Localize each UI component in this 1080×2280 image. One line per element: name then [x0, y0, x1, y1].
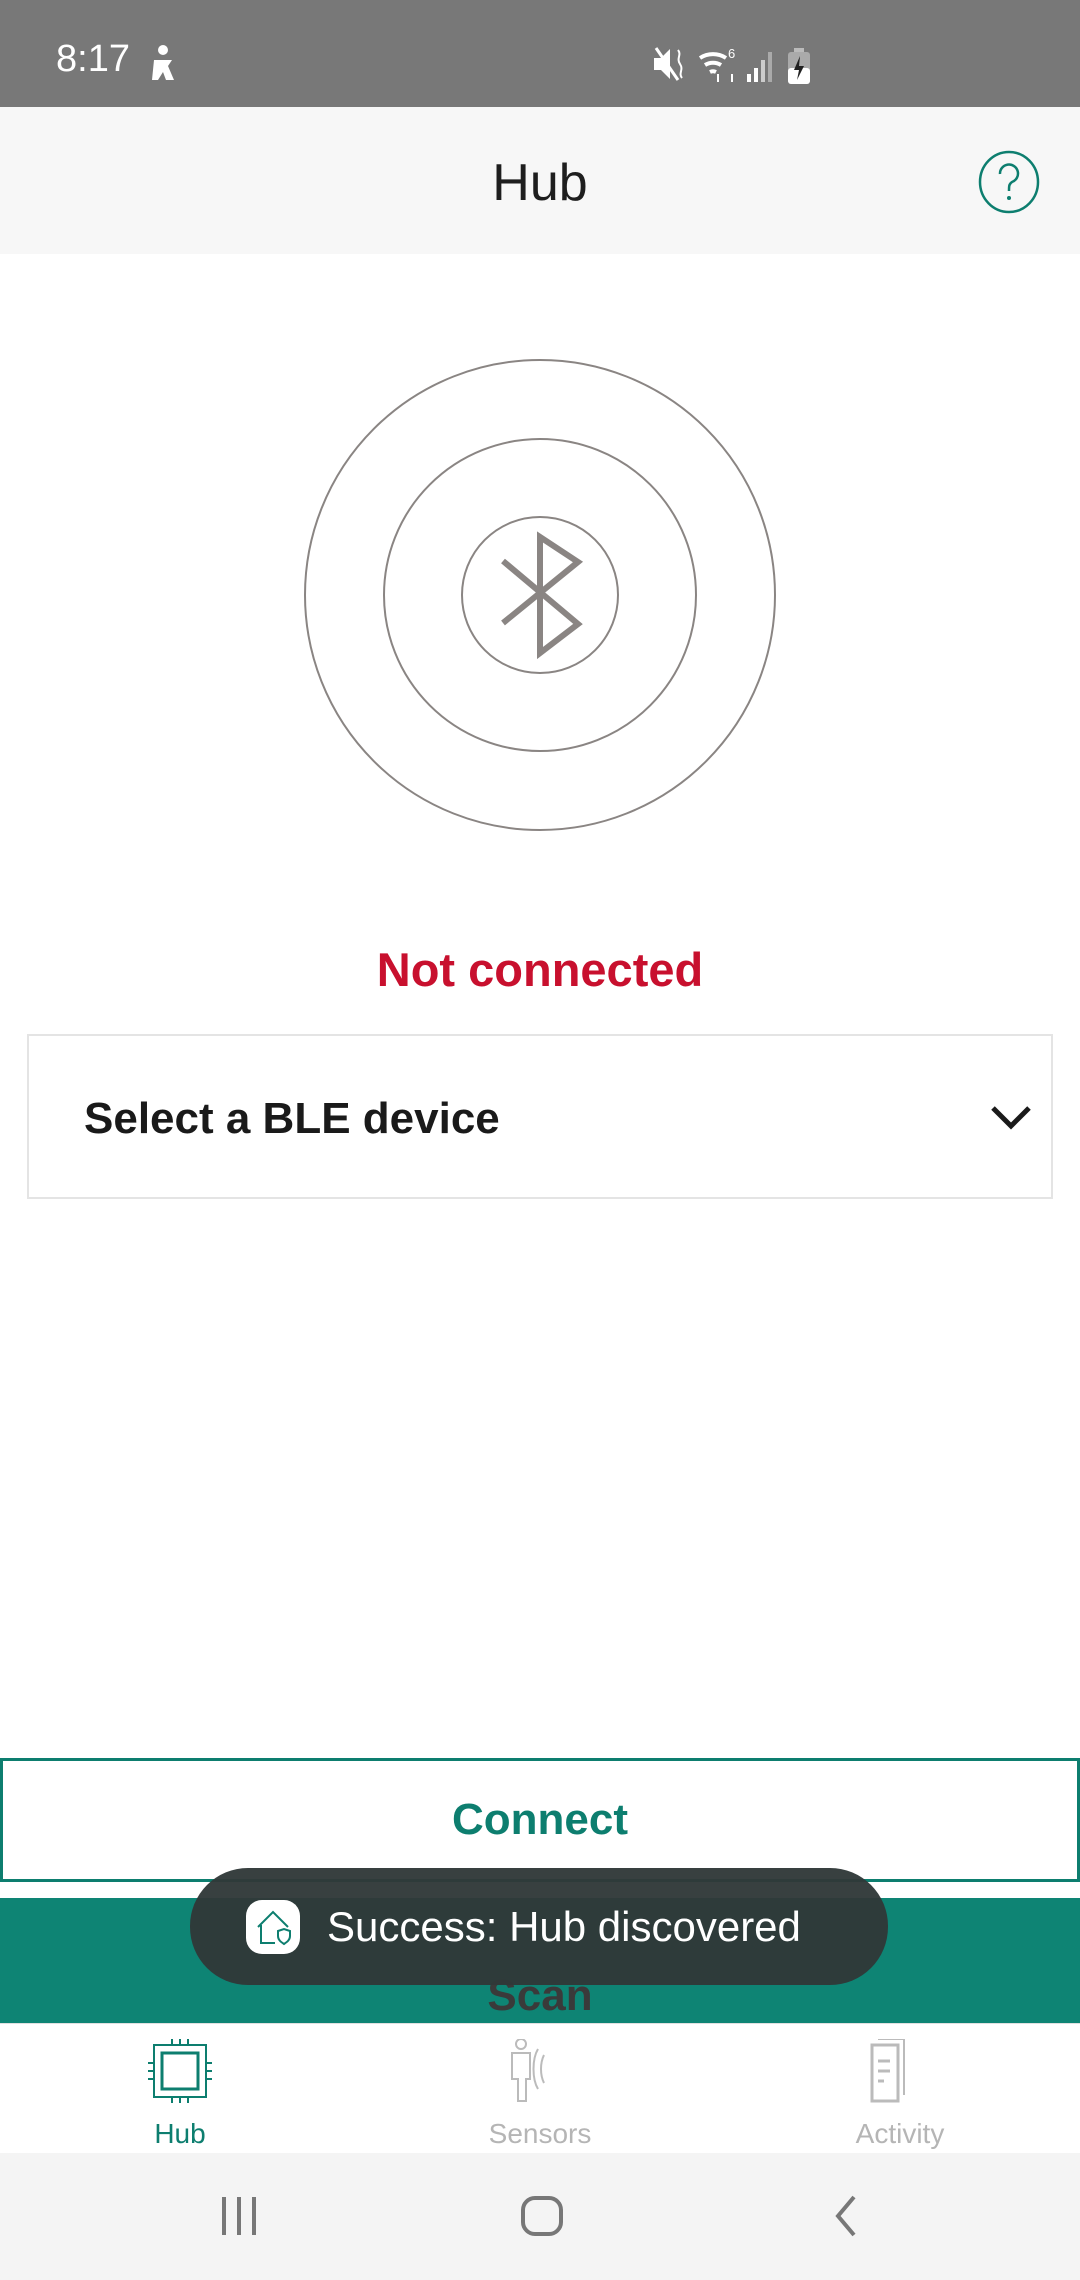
chevron-down-icon	[991, 1106, 1031, 1130]
tab-label: Sensors	[488, 2118, 592, 2149]
svg-text:6: 6	[728, 46, 735, 61]
page-title: Hub	[492, 154, 588, 212]
wifi-6-icon: 6	[698, 46, 735, 82]
app-bar: Hub	[0, 107, 1080, 254]
recent-apps-icon[interactable]	[220, 2195, 260, 2237]
ble-device-select[interactable]: Select a BLE device	[27, 1034, 1053, 1199]
tab-sensors[interactable]: Sensors	[360, 2024, 720, 2154]
home-icon[interactable]	[520, 2195, 564, 2237]
person-sensor-icon	[511, 2039, 545, 2102]
tab-label: Hub	[154, 2118, 206, 2149]
document-icon	[870, 2039, 905, 2103]
connect-button[interactable]: Connect	[0, 1758, 1080, 1882]
bottom-nav: Hub Sensors Activity	[0, 2023, 1080, 2153]
ble-device-select-placeholder: Select a BLE device	[84, 1094, 500, 1143]
toast: Success: Hub discovered	[190, 1868, 888, 1985]
status-bar: 8:17 6	[0, 0, 1080, 107]
home-shield-icon	[257, 1910, 291, 1945]
tab-hub[interactable]: Hub	[0, 2024, 360, 2154]
system-nav-bar	[0, 2153, 1080, 2280]
back-icon[interactable]	[830, 2195, 860, 2237]
bluetooth-icon	[501, 531, 584, 660]
signal-icon	[747, 52, 772, 82]
tab-label: Activity	[855, 2118, 945, 2149]
status-time: 8:17	[56, 38, 130, 80]
bluetooth-scan-graphic	[304, 359, 776, 831]
help-circle-icon[interactable]	[978, 150, 1040, 214]
toast-message: Success: Hub discovered	[327, 1902, 801, 1950]
chip-icon	[148, 2039, 212, 2103]
app-icon	[246, 1899, 300, 1954]
mute-icon	[654, 47, 683, 81]
accessibility-icon	[152, 45, 174, 80]
tab-activity[interactable]: Activity	[720, 2024, 1080, 2154]
connection-status: Not connected	[376, 943, 704, 996]
battery-charging-icon	[788, 48, 810, 84]
